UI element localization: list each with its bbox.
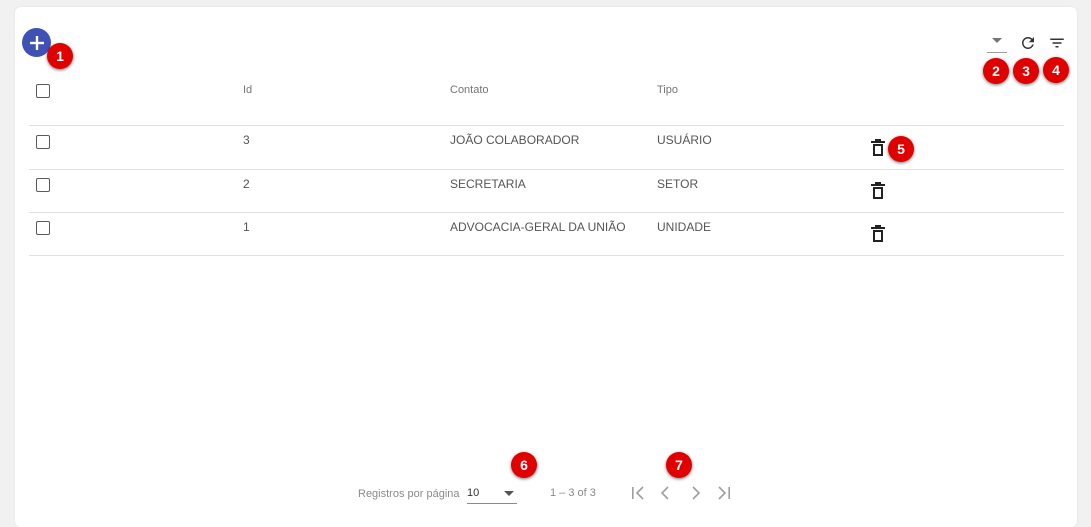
delete-icon[interactable]	[870, 139, 886, 157]
row-divider	[29, 125, 1064, 126]
marker-2: 2	[983, 58, 1009, 84]
chevron-right-icon	[692, 486, 701, 500]
caret-down-icon	[504, 491, 514, 496]
filter-icon	[1050, 38, 1064, 48]
caret-down-icon	[992, 38, 1002, 43]
first-page-button[interactable]	[627, 484, 649, 502]
row-checkbox[interactable]	[36, 221, 50, 235]
columns-select[interactable]	[987, 30, 1007, 53]
cell-id: 2	[243, 177, 250, 191]
page-range-label: 1 – 3 of 3	[550, 487, 596, 499]
table-card	[15, 7, 1077, 527]
cell-tipo: SETOR	[657, 177, 699, 191]
page-size-select[interactable]: 10	[467, 485, 517, 504]
refresh-button[interactable]	[1018, 33, 1038, 53]
row-divider	[29, 212, 1064, 213]
row-checkbox[interactable]	[36, 135, 50, 149]
column-header-id[interactable]: Id	[243, 84, 252, 96]
cell-contato: SECRETARIA	[450, 177, 526, 191]
refresh-icon	[1021, 36, 1034, 49]
page-size-label: Registros por página	[358, 488, 460, 500]
previous-page-button[interactable]	[655, 484, 677, 502]
marker-6: 6	[511, 452, 537, 478]
next-page-button[interactable]	[684, 484, 706, 502]
select-all-checkbox[interactable]	[36, 84, 50, 98]
page-size-value: 10	[467, 487, 480, 499]
filter-button[interactable]	[1047, 33, 1067, 53]
column-header-tipo[interactable]: Tipo	[657, 84, 678, 96]
delete-icon[interactable]	[870, 225, 886, 243]
plus-icon	[29, 35, 44, 50]
row-checkbox[interactable]	[36, 178, 50, 192]
marker-4: 4	[1043, 57, 1069, 83]
last-page-button[interactable]	[713, 484, 735, 502]
first-page-icon	[632, 486, 644, 500]
cell-contato: JOÃO COLABORADOR	[450, 133, 580, 147]
marker-3: 3	[1013, 58, 1039, 84]
marker-5: 5	[888, 136, 914, 162]
chevron-left-icon	[660, 486, 669, 500]
marker-1: 1	[47, 43, 73, 69]
cell-id: 3	[243, 133, 250, 147]
row-divider	[29, 255, 1064, 256]
row-divider	[29, 169, 1064, 170]
cell-tipo: UNIDADE	[657, 220, 712, 234]
column-header-contato[interactable]: Contato	[450, 84, 489, 96]
cell-contato: ADVOCACIA-GERAL DA UNIÃO	[450, 220, 626, 234]
cell-tipo: USUÁRIO	[657, 133, 712, 147]
delete-icon[interactable]	[870, 182, 886, 200]
last-page-icon	[718, 486, 730, 500]
marker-7: 7	[666, 452, 692, 478]
cell-id: 1	[243, 220, 250, 234]
